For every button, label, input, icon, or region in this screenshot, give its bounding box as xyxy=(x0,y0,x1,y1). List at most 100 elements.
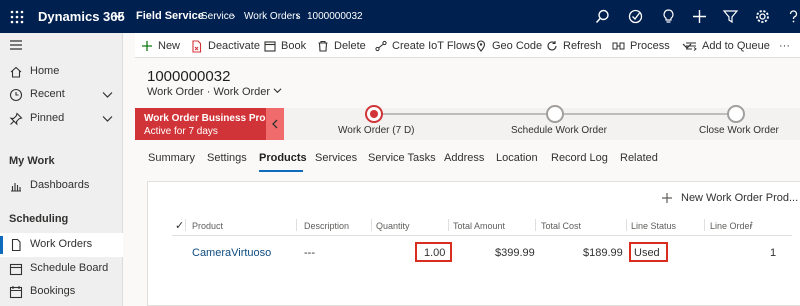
area-name[interactable]: Field Service xyxy=(136,10,204,22)
hamburger-icon[interactable] xyxy=(9,38,23,52)
breadcrumb-service[interactable]: Service xyxy=(201,11,234,22)
filter-icon[interactable] xyxy=(722,8,739,25)
calendar-icon xyxy=(9,262,23,276)
new-button[interactable]: New xyxy=(141,38,180,54)
more-commands-button[interactable]: ··· xyxy=(779,38,790,54)
stage-label-close[interactable]: Close Work Order xyxy=(699,125,779,136)
nav-section-scheduling: Scheduling xyxy=(9,213,69,225)
tab-location[interactable]: Location xyxy=(496,152,538,164)
column-divider xyxy=(371,219,372,231)
column-divider xyxy=(535,219,536,231)
grid-header: ✓ Product Description Quantity Total Amo… xyxy=(172,214,792,236)
nav-work-orders[interactable]: Work Orders xyxy=(0,233,123,257)
stage-indicator-active[interactable] xyxy=(365,105,383,123)
help-icon[interactable] xyxy=(785,8,800,25)
cell-product[interactable]: CameraVirtuoso xyxy=(192,247,271,259)
column-divider xyxy=(626,219,627,231)
chevron-down-icon[interactable] xyxy=(273,86,282,95)
nav-home[interactable]: Home xyxy=(0,60,123,84)
active-process-name: Work Order Business Pro... xyxy=(144,113,274,124)
calendar-icon xyxy=(264,41,276,52)
column-header-description[interactable]: Description xyxy=(304,221,349,231)
deactivate-icon xyxy=(192,39,202,53)
tab-services[interactable]: Services xyxy=(315,152,357,164)
nav-recent[interactable]: Recent xyxy=(0,83,123,107)
app-launcher-icon[interactable] xyxy=(0,0,33,33)
chevron-down-icon[interactable] xyxy=(114,11,124,24)
tab-record-log[interactable]: Record Log xyxy=(551,152,608,164)
geo-code-button-label: Geo Code xyxy=(492,40,543,52)
lightbulb-icon[interactable] xyxy=(660,8,677,25)
refresh-icon xyxy=(547,41,557,51)
target-icon[interactable] xyxy=(627,8,644,25)
tab-summary[interactable]: Summary xyxy=(148,152,195,164)
selected-tab-indicator xyxy=(259,170,303,172)
form-selector[interactable]: Work Order xyxy=(213,86,270,98)
calendar-icon xyxy=(9,285,23,299)
nav-bookings[interactable]: Bookings xyxy=(0,280,123,304)
app-name[interactable]: Dynamics 365 xyxy=(38,9,125,24)
stage-label-schedule[interactable]: Schedule Work Order xyxy=(511,125,607,136)
plus-icon xyxy=(662,193,672,203)
stage-indicator[interactable] xyxy=(727,105,745,123)
tab-settings[interactable]: Settings xyxy=(207,152,247,164)
cell-total-cost: $189.99 xyxy=(583,247,623,259)
chevron-down-icon[interactable] xyxy=(102,113,113,127)
new-work-order-product-label: New Work Order Prod... xyxy=(681,192,799,204)
more-icon: ··· xyxy=(779,40,790,52)
column-header-quantity[interactable]: Quantity xyxy=(376,221,410,231)
deactivate-button-label: Deactivate xyxy=(208,40,260,52)
hamburger-menu[interactable] xyxy=(0,33,123,57)
nav-dashboards[interactable]: Dashboards xyxy=(0,174,123,198)
nav-pinned[interactable]: Pinned xyxy=(0,107,123,131)
geo-code-button[interactable]: Geo Code xyxy=(475,38,542,54)
home-icon xyxy=(9,65,23,79)
column-header-product[interactable]: Product xyxy=(192,221,223,231)
sort-ascending-icon[interactable]: ↑ xyxy=(749,219,754,230)
nav-bookings-label: Bookings xyxy=(30,285,76,297)
queue-icon xyxy=(686,42,697,51)
flow-icon xyxy=(375,40,387,52)
book-button[interactable]: Book xyxy=(264,38,306,54)
stage-indicator[interactable] xyxy=(546,105,564,123)
nav-schedule-board[interactable]: Schedule Board xyxy=(0,257,123,281)
active-process-card[interactable]: Work Order Business Pro... Active for 7 … xyxy=(135,108,274,140)
nav-schedule-board-label: Schedule Board xyxy=(30,262,109,274)
table-row[interactable]: CameraVirtuoso --- 1.00 $399.99 $189.99 … xyxy=(172,238,792,268)
column-divider xyxy=(704,219,705,231)
tab-related[interactable]: Related xyxy=(620,152,658,164)
create-iot-flows-button[interactable]: Create IoT Flows xyxy=(375,38,476,54)
column-header-line-status[interactable]: Line Status xyxy=(631,221,676,231)
cell-total-amount: $399.99 xyxy=(495,247,535,259)
add-to-queue-button[interactable]: Add to Queue xyxy=(685,38,770,54)
nav-dashboards-label: Dashboards xyxy=(30,179,90,191)
collapse-process-button[interactable] xyxy=(266,108,284,140)
search-icon[interactable] xyxy=(594,8,611,25)
cell-description: --- xyxy=(304,247,315,259)
tab-products[interactable]: Products xyxy=(259,152,307,164)
select-all-checkbox[interactable]: ✓ xyxy=(175,219,184,232)
add-to-queue-button-label: Add to Queue xyxy=(702,40,770,52)
stage-label-work-order[interactable]: Work Order (7 D) xyxy=(338,125,415,136)
plus-icon xyxy=(142,41,152,51)
delete-button[interactable]: Delete xyxy=(317,38,366,54)
create-iot-flows-button-label: Create IoT Flows xyxy=(392,40,476,52)
highlight-box-line-status xyxy=(629,242,668,262)
process-button-label: Process xyxy=(630,40,670,52)
deactivate-button[interactable]: Deactivate xyxy=(191,38,260,54)
chevron-down-icon[interactable] xyxy=(102,89,113,103)
site-map-nav: Home Recent Pinned My Work Dashboards Sc… xyxy=(0,33,123,306)
plus-icon[interactable] xyxy=(691,8,708,25)
refresh-button[interactable]: Refresh xyxy=(546,38,602,54)
column-header-total-cost[interactable]: Total Cost xyxy=(541,221,581,231)
tab-address[interactable]: Address xyxy=(444,152,484,164)
breadcrumb-work-orders[interactable]: Work Orders xyxy=(244,11,301,22)
tab-service-tasks[interactable]: Service Tasks xyxy=(368,152,436,164)
new-work-order-product-button[interactable]: New Work Order Prod... xyxy=(661,192,798,204)
column-header-total-amount[interactable]: Total Amount xyxy=(453,221,505,231)
column-header-line-order[interactable]: Line Order xyxy=(710,221,753,231)
gear-icon[interactable] xyxy=(754,8,771,25)
active-process-duration: Active for 7 days xyxy=(144,126,218,137)
dashboard-icon xyxy=(9,179,23,193)
record-title: 1000000032 xyxy=(147,68,231,85)
